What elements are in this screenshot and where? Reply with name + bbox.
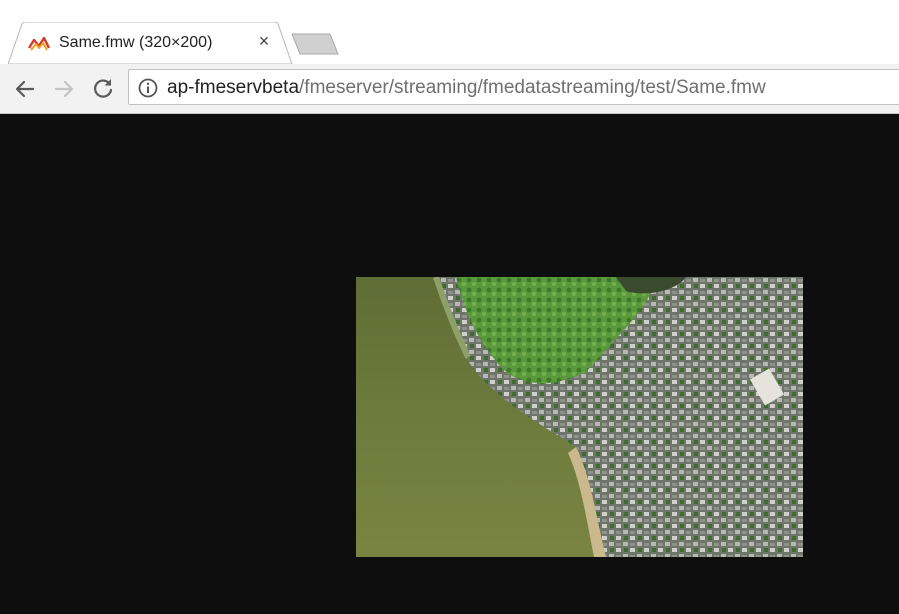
address-bar[interactable]: ap-fmeservbeta/fmeserver/streaming/fmeda… xyxy=(128,69,899,105)
back-arrow-icon[interactable] xyxy=(12,76,38,102)
aerial-satellite-image xyxy=(356,277,803,557)
url-text[interactable]: ap-fmeservbeta/fmeserver/streaming/fmeda… xyxy=(167,77,766,99)
tab-strip: Same.fmw (320×200) × xyxy=(0,0,899,64)
page-viewport xyxy=(0,114,899,614)
info-icon[interactable] xyxy=(137,77,159,99)
fme-logo-icon xyxy=(28,36,50,51)
forward-arrow-icon[interactable] xyxy=(51,76,77,102)
browser-toolbar: ap-fmeservbeta/fmeserver/streaming/fmeda… xyxy=(0,64,899,114)
reload-icon[interactable] xyxy=(90,76,116,102)
url-path: /fmeserver/streaming/fmedatastreaming/te… xyxy=(299,77,766,98)
new-tab-button[interactable] xyxy=(290,32,340,56)
url-host: ap-fmeservbeta xyxy=(167,77,300,98)
close-tab-icon[interactable]: × xyxy=(255,32,273,50)
tab-title: Same.fmw (320×200) xyxy=(59,34,213,51)
active-tab[interactable]: Same.fmw (320×200) × xyxy=(8,22,292,64)
